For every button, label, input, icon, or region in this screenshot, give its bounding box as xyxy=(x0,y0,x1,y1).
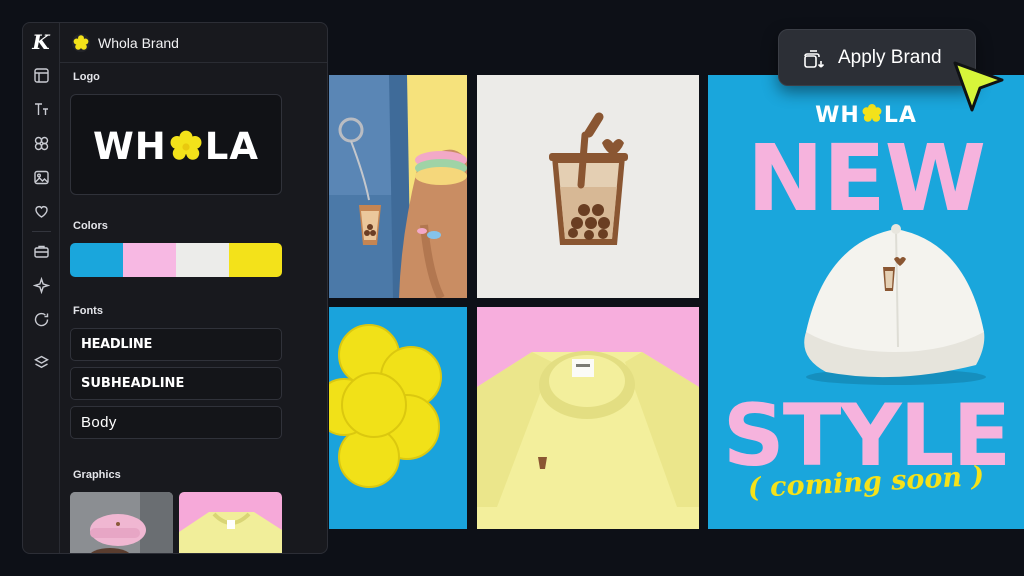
cursor-pointer-icon xyxy=(953,61,1004,112)
font-body-label: Body xyxy=(81,414,117,431)
photo-embroidery xyxy=(477,75,699,298)
apply-brand-icon xyxy=(804,50,825,68)
graphics-section-label: Graphics xyxy=(73,469,121,481)
layout-icon[interactable] xyxy=(33,67,50,84)
app-screen: K Whola Brand Logo WH LA Colors Fonts HE… xyxy=(0,0,1024,576)
boba-embroidery-image xyxy=(477,75,699,298)
apply-brand-label: Apply Brand xyxy=(838,47,942,68)
keychain-image xyxy=(329,75,467,298)
color-palette xyxy=(70,243,282,277)
heart-icon[interactable] xyxy=(33,203,50,220)
elements-icon[interactable] xyxy=(33,135,50,152)
briefcase-icon[interactable] xyxy=(33,243,50,260)
font-subheadline-label: SUBHEADLINE xyxy=(81,376,185,391)
colors-section-label: Colors xyxy=(73,220,108,232)
apply-brand-button[interactable]: Apply Brand xyxy=(778,29,976,86)
photo-flower-patch xyxy=(329,307,467,529)
chat-icon[interactable] xyxy=(33,311,50,328)
cap-photo-thumb xyxy=(70,492,173,553)
flower-icon xyxy=(862,103,882,122)
graphic-thumb-cap[interactable] xyxy=(70,492,173,553)
panel-header: Whola Brand xyxy=(60,23,327,63)
image-icon[interactable] xyxy=(33,169,50,186)
logo-wordmark: WH LA xyxy=(93,125,259,168)
font-headline-label: HEADLINE xyxy=(81,337,153,352)
flower-patch-image xyxy=(329,307,467,529)
font-subheadline[interactable]: SUBHEADLINE xyxy=(70,367,282,400)
font-headline[interactable]: HEADLINE xyxy=(70,328,282,361)
logo-section-label: Logo xyxy=(73,71,100,83)
brand-flower-icon xyxy=(72,34,90,52)
rail-divider xyxy=(32,231,51,232)
color-swatch-yellow[interactable] xyxy=(229,243,282,277)
color-swatch-white[interactable] xyxy=(176,243,229,277)
font-body[interactable]: Body xyxy=(70,406,282,439)
app-logo[interactable]: K xyxy=(30,31,52,53)
graphic-thumb-shirt[interactable] xyxy=(179,492,282,553)
tool-rail: K xyxy=(23,23,60,553)
fonts-section-label: Fonts xyxy=(73,305,103,317)
sparkle-icon[interactable] xyxy=(33,277,50,294)
text-icon[interactable] xyxy=(33,101,50,118)
photo-keychain xyxy=(329,75,467,298)
color-swatch-blue[interactable] xyxy=(70,243,123,277)
brand-kit-panel: K Whola Brand Logo WH LA Colors Fonts HE… xyxy=(22,22,328,554)
shirt-photo-thumb xyxy=(179,492,282,553)
photo-shirt xyxy=(477,307,699,529)
folded-shirt-image xyxy=(477,307,699,529)
poster-new-style[interactable]: WH LA NEW STYLE ( coming soon ) xyxy=(708,75,1024,529)
logo-preview[interactable]: WH LA xyxy=(70,94,282,195)
cap-image xyxy=(804,224,986,385)
color-swatch-pink[interactable] xyxy=(123,243,176,277)
layers-icon[interactable] xyxy=(33,354,50,371)
flower-icon xyxy=(170,130,202,160)
brand-name[interactable]: Whola Brand xyxy=(98,35,179,51)
